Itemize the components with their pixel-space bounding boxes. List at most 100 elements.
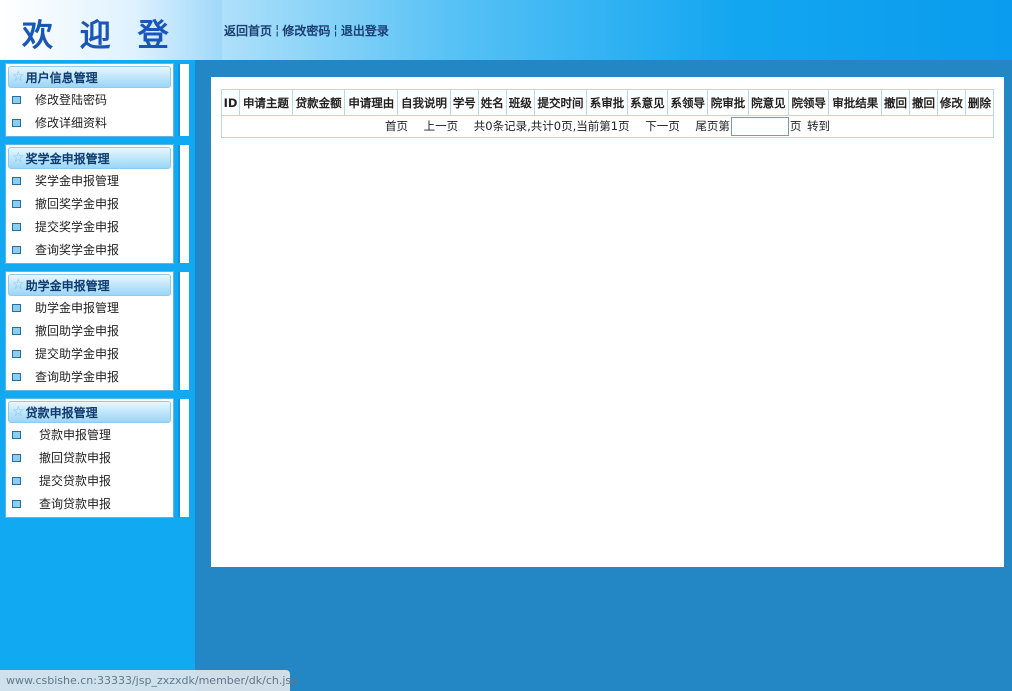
column-header: 院意见 [747,89,790,116]
column-header: 审批结果 [828,89,883,116]
sidebar-item-label: 贷款申报管理 [39,428,112,442]
square-bullet-icon [12,176,21,185]
square-bullet-icon [12,430,21,439]
column-header: 撤回 [881,89,910,116]
menu-group-header[interactable]: ☆ 用户信息管理 [8,66,171,88]
column-header: 班级 [505,89,535,116]
sidebar-item-label: 查询助学金申报 [35,370,120,384]
loan-application-table: ID 申请主题 贷款金额 申请理由 自我说明 学号 姓名 班级 提交时间 系审批 系意见 系领导 院审批… [220,89,995,138]
sidebar-item-scholarship-manage[interactable]: 奖学金申报管理 [6,169,173,192]
sidebar-item-loan-query[interactable]: 查询贷款申报 [6,492,173,515]
column-header: 自我说明 [397,89,451,116]
sidebar-item-label: 奖学金申报管理 [35,174,120,188]
sidebar-item-loan-submit[interactable]: 提交贷款申报 [6,469,173,492]
brand-plate: 欢 迎 登 录 [0,0,222,99]
pager: 首页 上一页 共0条记录,共计0页,当前第1页 下一页 尾页第 页 转到 [221,115,994,138]
square-bullet-icon [12,453,21,462]
menu-group-scholarship: ☆ 奖学金申报管理 奖学金申报管理 撤回奖学金申报 提交奖学金申报 查询奖学金申… [5,144,189,264]
sidebar-item-scholarship-submit[interactable]: 提交奖学金申报 [6,215,173,238]
sidebar-item-loan-withdraw[interactable]: 撤回贷款申报 [6,446,173,469]
nav-logout-link[interactable]: 退出登录 [341,22,389,39]
sidebar-item-label: 助学金申报管理 [35,301,120,315]
square-bullet-icon [12,476,21,485]
sidebar-item-label: 查询贷款申报 [39,497,112,511]
menu-group-header[interactable]: ☆ 助学金申报管理 [8,274,171,296]
sidebar-item-label: 提交奖学金申报 [35,220,120,234]
column-header: 删除 [964,89,995,116]
column-header: 申请主题 [239,89,293,116]
menu-side-strip [178,145,189,263]
column-header: 学号 [449,89,479,116]
pager-next-link[interactable]: 下一页 [645,119,680,133]
square-bullet-icon [12,222,21,231]
nav-home-link[interactable]: 返回首页 [224,22,272,39]
square-bullet-icon [12,245,21,254]
menu-group-header[interactable]: ☆ 奖学金申报管理 [8,147,171,169]
menu-group-grant: ☆ 助学金申报管理 助学金申报管理 撤回助学金申报 提交助学金申报 查询助学金申… [5,271,189,391]
sidebar-item-grant-manage[interactable]: 助学金申报管理 [6,296,173,319]
page-number-input[interactable] [730,117,789,136]
column-header: 姓名 [477,89,507,116]
sidebar-item-label: 查询奖学金申报 [35,243,120,257]
nav-change-password-link[interactable]: 修改密码 [282,22,330,39]
pager-go-button[interactable]: 转到 [807,119,830,133]
sidebar: ☆ 用户信息管理 修改登陆密码 修改详细资料 ☆ 奖学金申报管理 奖学金申报管理… [0,60,195,691]
square-bullet-icon [12,199,21,208]
column-header: 院领导 [788,89,830,116]
nav-separator: ¦ [275,22,280,38]
sidebar-item-grant-withdraw[interactable]: 撤回助学金申报 [6,319,173,342]
pager-prev-link[interactable]: 上一页 [424,119,459,133]
star-icon: ☆ [12,277,25,293]
star-icon: ☆ [12,150,25,166]
pager-page-suffix: 页 [789,119,802,133]
sidebar-item-change-login-password[interactable]: 修改登陆密码 [6,88,173,111]
table-header-row: ID 申请主题 贷款金额 申请理由 自我说明 学号 姓名 班级 提交时间 系审批 系意见 系领导 院审批… [220,89,995,116]
column-header: 系审批 [586,89,628,116]
square-bullet-icon [12,118,21,127]
sidebar-item-label: 提交助学金申报 [35,347,120,361]
column-header: 撤回 [909,89,938,116]
sidebar-item-grant-query[interactable]: 查询助学金申报 [6,365,173,388]
pager-row: 首页 上一页 共0条记录,共计0页,当前第1页 下一页 尾页第 页 转到 [221,115,994,138]
nav-separator: ¦ [333,22,338,38]
square-bullet-icon [12,372,21,381]
browser-status-bar: www.csbishe.cn:33333/jsp_zxzxdk/member/d… [0,670,298,691]
square-bullet-icon [12,303,21,312]
square-bullet-icon [12,95,21,104]
pager-page-prefix: 第 [718,119,730,133]
menu-side-strip [178,399,189,517]
sidebar-item-label: 撤回奖学金申报 [35,197,120,211]
menu-group-title: 贷款申报管理 [25,405,98,420]
column-header: 系领导 [667,89,709,116]
column-header: 系意见 [626,89,669,116]
star-icon: ☆ [12,69,25,85]
menu-group-user-info: ☆ 用户信息管理 修改登陆密码 修改详细资料 [5,63,189,137]
star-icon: ☆ [12,404,25,420]
column-header: ID [220,89,241,116]
column-header: 申请理由 [344,89,399,116]
menu-group-title: 奖学金申报管理 [25,151,110,166]
top-header: 欢 迎 登 录 返回首页 ¦ 修改密码 ¦ 退出登录 [0,0,1012,99]
menu-group-title: 助学金申报管理 [25,278,110,293]
menu-group-title: 用户信息管理 [25,70,98,85]
sidebar-item-loan-manage[interactable]: 贷款申报管理 [6,423,173,446]
sidebar-item-scholarship-query[interactable]: 查询奖学金申报 [6,238,173,261]
column-header: 修改 [936,89,966,116]
main-panel: ID 申请主题 贷款金额 申请理由 自我说明 学号 姓名 班级 提交时间 系审批 系意见 系领导 院审批… [211,77,1004,567]
sidebar-item-label: 修改详细资料 [35,116,108,130]
sidebar-item-edit-profile[interactable]: 修改详细资料 [6,111,173,134]
square-bullet-icon [12,499,21,508]
sidebar-item-label: 修改登陆密码 [35,93,108,107]
top-nav: 返回首页 ¦ 修改密码 ¦ 退出登录 [222,0,1012,60]
menu-group-header[interactable]: ☆ 贷款申报管理 [8,401,171,423]
sidebar-item-grant-submit[interactable]: 提交助学金申报 [6,342,173,365]
pager-last-link[interactable]: 尾页 [695,119,718,133]
sidebar-item-scholarship-withdraw[interactable]: 撤回奖学金申报 [6,192,173,215]
square-bullet-icon [12,349,21,358]
sidebar-item-label: 撤回贷款申报 [39,451,112,465]
column-header: 提交时间 [533,89,588,116]
sidebar-item-label: 撤回助学金申报 [35,324,120,338]
pager-first-link[interactable]: 首页 [385,119,408,133]
menu-side-strip [178,272,189,390]
sidebar-item-label: 提交贷款申报 [39,474,112,488]
